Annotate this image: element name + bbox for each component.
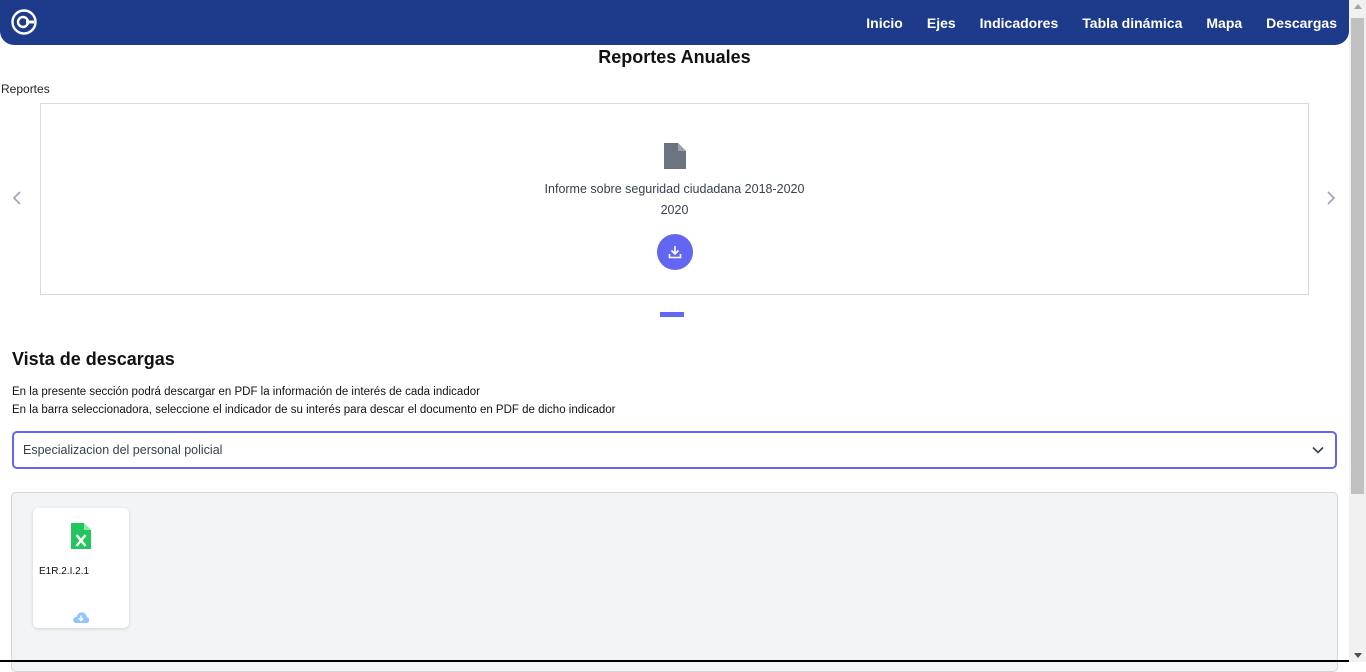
document-icon	[664, 143, 686, 169]
carousel-indicator-active[interactable]	[660, 312, 684, 317]
nav-item-descargas[interactable]: Descargas	[1266, 15, 1337, 31]
nav-item-indicadores[interactable]: Indicadores	[980, 15, 1059, 31]
file-card[interactable]: E1R.2.I.2.1	[33, 508, 129, 628]
report-title: Informe sobre seguridad ciudadana 2018-2…	[544, 182, 805, 196]
scrollbar-thumb[interactable]	[1351, 18, 1364, 494]
top-navbar: Inicio Ejes Indicadores Tabla dinámica M…	[0, 0, 1349, 45]
report-download-button[interactable]	[657, 234, 693, 270]
downloads-description-2: En la barra seleccionadora, seleccione e…	[12, 404, 616, 416]
download-icon	[668, 246, 682, 259]
downloads-description-1: En la presente sección podrá descargar e…	[12, 386, 480, 398]
page-title: Reportes Anuales	[598, 47, 751, 67]
scroll-down-arrow-icon[interactable]	[1354, 653, 1362, 658]
indicator-select[interactable]: Especializacion del personal policial	[12, 431, 1337, 469]
report-year: 2020	[660, 203, 689, 217]
nav-item-ejes[interactable]: Ejes	[927, 15, 956, 31]
scroll-up-arrow-icon[interactable]	[1354, 4, 1362, 9]
nav-item-mapa[interactable]: Mapa	[1206, 15, 1242, 31]
chevron-down-icon	[1312, 446, 1324, 454]
report-carousel-slide: Informe sobre seguridad ciudadana 2018-2…	[40, 103, 1309, 295]
nav-item-inicio[interactable]: Inicio	[866, 15, 903, 31]
excel-file-icon	[71, 523, 91, 549]
vertical-scrollbar[interactable]	[1349, 0, 1366, 662]
nav-links: Inicio Ejes Indicadores Tabla dinámica M…	[866, 0, 1337, 45]
carousel-next-arrow-icon[interactable]	[1323, 190, 1339, 206]
file-name: E1R.2.I.2.1	[39, 566, 90, 577]
files-panel: E1R.2.I.2.1	[11, 492, 1338, 672]
carousel-prev-arrow-icon[interactable]	[9, 190, 25, 206]
cloud-download-icon[interactable]	[72, 610, 90, 624]
nav-item-tabla-dinamica[interactable]: Tabla dinámica	[1082, 15, 1182, 31]
indicator-select-value: Especializacion del personal policial	[23, 443, 223, 457]
section-label-reportes: Reportes	[1, 82, 50, 96]
downloads-section-title: Vista de descargas	[12, 349, 175, 369]
site-logo-icon[interactable]	[11, 9, 37, 35]
